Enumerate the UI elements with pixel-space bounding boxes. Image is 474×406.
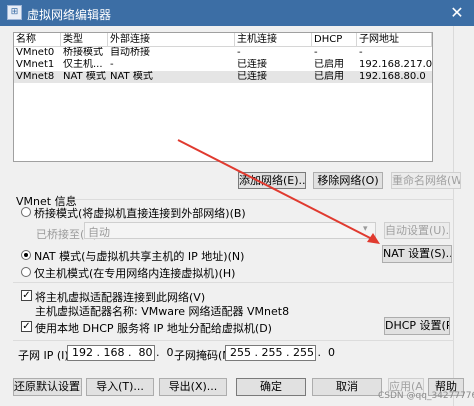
arrow-shaft [177, 139, 377, 242]
annotation-arrow [177, 139, 380, 244]
